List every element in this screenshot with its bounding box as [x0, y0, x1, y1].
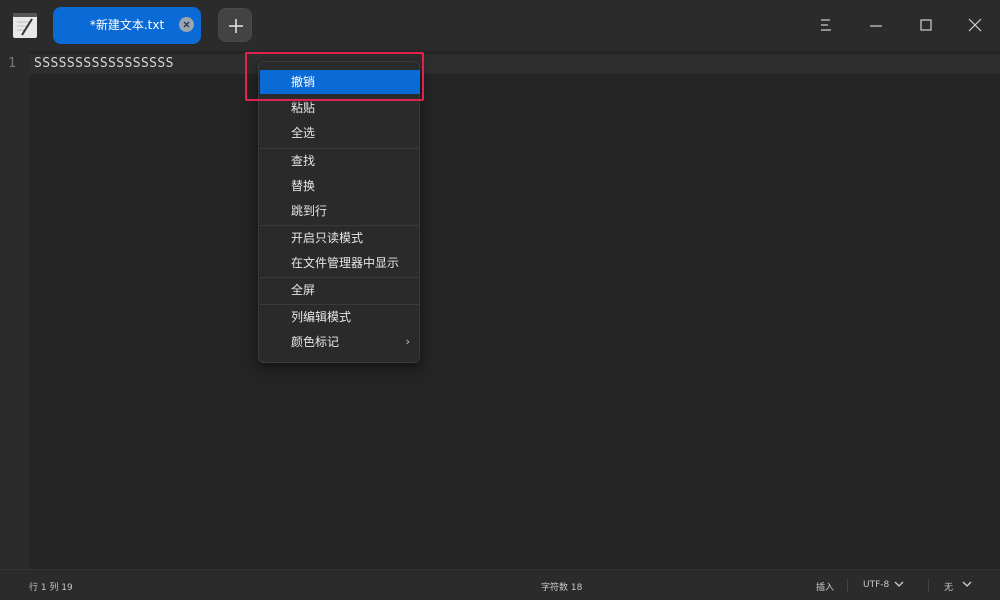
text-editor-area[interactable]: 1 SSSSSSSSSSSSSSSSS	[0, 51, 1000, 569]
close-icon	[968, 18, 982, 32]
text-editor-app-icon	[12, 11, 38, 39]
line-number: 1	[8, 56, 16, 71]
status-bar: 行 1 列 19 字符数 18 插入 UTF-8 无	[0, 569, 1000, 600]
menu-item-show-in-file-manager[interactable]: 在文件管理器中显示	[260, 251, 420, 275]
hamburger-menu-icon	[821, 19, 831, 31]
title-bar: *新建文本.txt	[0, 0, 1000, 51]
new-tab-button[interactable]	[218, 8, 252, 42]
editor-text-line[interactable]: SSSSSSSSSSSSSSSSS	[34, 56, 174, 71]
highlight-selector[interactable]: 无	[944, 580, 953, 593]
editor-window: *新建文本.txt 1 SSSSSSSSSSSSSSSSS 撤销 粘贴 全选 查…	[0, 0, 1000, 600]
minimize-button[interactable]	[861, 10, 891, 40]
encoding-selector[interactable]: UTF-8	[863, 580, 889, 590]
status-separator	[928, 579, 929, 592]
menu-item-replace[interactable]: 替换	[260, 174, 420, 198]
menu-item-find[interactable]: 查找	[260, 149, 420, 173]
current-line-highlight	[30, 54, 1000, 74]
close-tab-icon[interactable]	[179, 17, 194, 32]
menu-button[interactable]	[811, 10, 841, 40]
minimize-icon	[870, 25, 882, 27]
annotation-highlight-box	[245, 52, 424, 101]
menu-item-select-all[interactable]: 全选	[260, 121, 420, 145]
cursor-position: 行 1 列 19	[29, 583, 73, 593]
menu-item-color-mark[interactable]: 颜色标记 ›	[260, 330, 420, 354]
menu-item-fullscreen[interactable]: 全屏	[260, 278, 420, 302]
context-menu: 撤销 粘贴 全选 查找 替换 跳到行 开启只读模式 在文件管理器中显示 全屏 列…	[258, 61, 420, 363]
character-count: 字符数 18	[541, 583, 583, 593]
submenu-arrow-icon: ›	[405, 335, 410, 348]
chevron-down-icon[interactable]	[962, 580, 972, 588]
maximize-icon	[920, 19, 932, 31]
insert-mode-indicator[interactable]: 插入	[816, 580, 834, 593]
menu-item-color-mark-label: 颜色标记	[291, 335, 340, 349]
chevron-down-icon[interactable]	[894, 580, 904, 588]
menu-item-read-only-mode[interactable]: 开启只读模式	[260, 226, 420, 250]
menu-item-go-to-line[interactable]: 跳到行	[260, 199, 420, 223]
menu-item-column-edit-mode[interactable]: 列编辑模式	[260, 305, 420, 329]
plus-icon	[229, 19, 243, 33]
close-window-button[interactable]	[960, 10, 990, 40]
status-separator	[847, 579, 848, 592]
line-number-gutter: 1	[0, 51, 30, 569]
maximize-button[interactable]	[911, 10, 941, 40]
